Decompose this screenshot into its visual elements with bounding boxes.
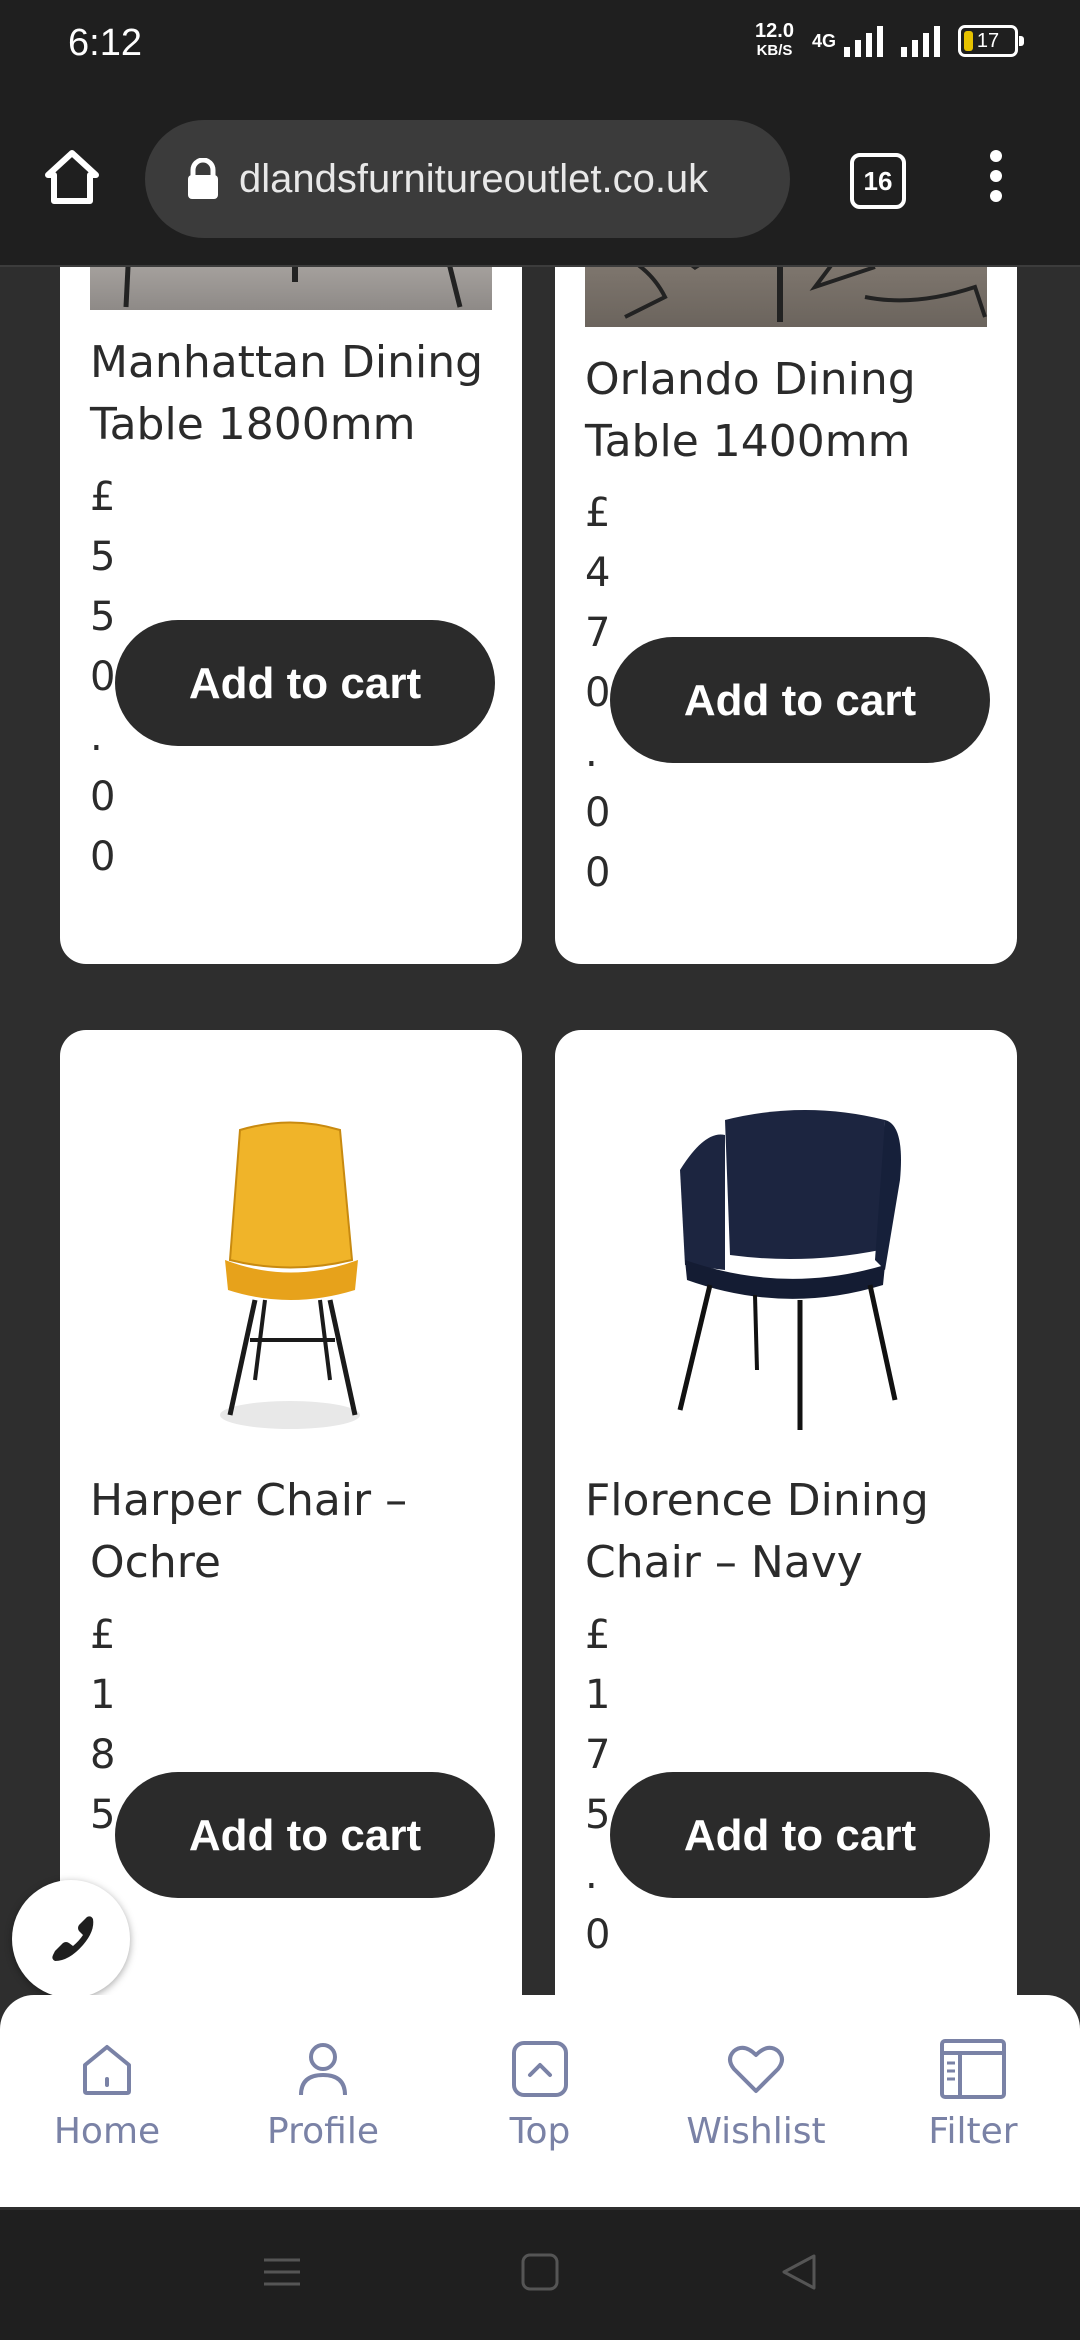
price-char: £	[585, 490, 611, 536]
product-price: £ 1 7 5 . 0	[585, 1605, 610, 1965]
product-title-line: Manhattan Dining	[90, 337, 484, 388]
product-grid: Manhattan Dining Table 1800mm £ 5 5 0 . …	[0, 267, 1080, 1997]
price-char: 0	[585, 850, 611, 896]
nav-label: Top	[509, 2111, 571, 2152]
add-to-cart-button[interactable]: Add to cart	[610, 637, 990, 763]
price-char: 1	[90, 1672, 116, 1718]
price-char: 0	[90, 654, 116, 700]
battery-icon: 17	[958, 25, 1024, 57]
product-title-line: Table 1400mm	[585, 416, 911, 467]
network-speed-unit: KB/S	[756, 42, 793, 59]
price-char: 1	[585, 1672, 611, 1718]
add-to-cart-button[interactable]: Add to cart	[115, 1772, 495, 1898]
add-to-cart-button[interactable]: Add to cart	[610, 1772, 990, 1898]
navy-chair-graphic	[677, 1110, 901, 1430]
price-char: .	[90, 714, 103, 760]
browser-toolbar: dlandsfurnitureoutlet.co.uk 16	[0, 95, 1080, 267]
price-char: 5	[585, 1792, 611, 1838]
product-title-line: Orlando Dining	[585, 354, 916, 405]
price-char: 0	[585, 790, 611, 836]
back-icon[interactable]	[778, 2252, 818, 2292]
add-to-cart-button[interactable]: Add to cart	[115, 620, 495, 746]
product-price: £ 1 8 5	[90, 1605, 115, 1845]
product-title[interactable]: Orlando Dining Table 1400mm	[585, 349, 916, 473]
product-image[interactable]	[90, 267, 492, 310]
system-navigation-bar	[0, 2210, 1080, 2340]
product-title[interactable]: Florence Dining Chair – Navy	[585, 1470, 929, 1594]
url-text: dlandsfurnitureoutlet.co.uk	[239, 156, 709, 201]
product-title-line: Ochre	[90, 1537, 221, 1588]
price-char: £	[90, 1612, 116, 1658]
price-char: £	[585, 1612, 611, 1658]
nav-top[interactable]: Top	[440, 2037, 640, 2152]
product-title[interactable]: Harper Chair – Ochre	[90, 1470, 407, 1594]
bottom-navigation: Home Profile Top Wishlist Filter	[0, 1995, 1080, 2207]
nav-home[interactable]: Home	[7, 2037, 207, 2152]
signal-icon-2	[901, 25, 940, 57]
call-button[interactable]	[12, 1880, 130, 1998]
nav-wishlist[interactable]: Wishlist	[656, 2037, 856, 2152]
address-bar[interactable]: dlandsfurnitureoutlet.co.uk	[145, 120, 790, 238]
product-card[interactable]: Harper Chair – Ochre £ 1 8 5 Add to cart	[60, 1030, 522, 1997]
price-char: 4	[585, 550, 611, 596]
product-price: £ 5 5 0 . 0 0	[90, 467, 115, 887]
price-char: 0	[585, 670, 611, 716]
overflow-menu-button[interactable]	[986, 150, 1006, 210]
signal-icon	[844, 25, 883, 57]
filter-icon	[940, 2039, 1006, 2099]
product-price: £ 4 7 0 . 0 0	[585, 483, 610, 903]
nav-filter[interactable]: Filter	[873, 2037, 1073, 2152]
status-time: 6:12	[68, 22, 142, 64]
price-char: 5	[90, 534, 116, 580]
ochre-chair-graphic	[220, 1121, 360, 1429]
product-title-line: Harper Chair –	[90, 1475, 408, 1526]
price-char: .	[585, 730, 598, 776]
price-char: 0	[585, 1912, 611, 1958]
price-char: 5	[90, 594, 116, 640]
price-char: £	[90, 474, 116, 520]
nav-label: Home	[53, 2111, 161, 2152]
nav-profile[interactable]: Profile	[223, 2037, 423, 2152]
price-char: 5	[90, 1792, 116, 1838]
home-icon	[45, 150, 99, 204]
home-square-icon[interactable]	[520, 2252, 560, 2292]
battery-level: 17	[976, 30, 1000, 52]
table-legs-graphic	[624, 267, 987, 322]
profile-icon	[299, 2043, 347, 2096]
status-bar: 6:12 12.0 KB/S 4G 17	[0, 0, 1080, 95]
lock-icon	[188, 158, 218, 199]
nav-label: Filter	[928, 2111, 1018, 2152]
product-image[interactable]	[585, 267, 987, 327]
more-vert-icon	[990, 150, 1002, 162]
price-char: 0	[90, 774, 116, 820]
heart-icon	[728, 2045, 784, 2093]
tab-switcher-button[interactable]: 16	[850, 153, 906, 209]
browser-home-button[interactable]	[40, 145, 104, 209]
nav-label: Profile	[267, 2111, 379, 2152]
product-title-line: Florence Dining	[585, 1475, 929, 1526]
product-card[interactable]: Orlando Dining Table 1400mm £ 4 7 0 . 0 …	[555, 267, 1017, 964]
home-icon	[83, 2045, 131, 2095]
product-image[interactable]	[90, 1060, 492, 1460]
price-char: 8	[90, 1732, 116, 1778]
product-title-line: Chair – Navy	[585, 1537, 863, 1588]
scroll-top-icon	[512, 2041, 568, 2097]
table-legs-graphic	[123, 267, 463, 308]
product-card[interactable]: Manhattan Dining Table 1800mm £ 5 5 0 . …	[60, 267, 522, 964]
phone-icon	[52, 1916, 94, 1961]
price-char: .	[585, 1852, 598, 1898]
nav-label: Wishlist	[686, 2111, 826, 2152]
product-card[interactable]: Florence Dining Chair – Navy £ 1 7 5 . 0…	[555, 1030, 1017, 1997]
price-char: 7	[585, 610, 611, 656]
status-icons: 12.0 KB/S 4G 17	[755, 20, 1024, 60]
network-type: 4G	[811, 30, 836, 51]
product-title-line: Table 1800mm	[90, 399, 416, 450]
price-char: 7	[585, 1732, 611, 1778]
menu-icon[interactable]	[262, 2252, 302, 2292]
product-title[interactable]: Manhattan Dining Table 1800mm	[90, 332, 483, 456]
network-speed-value: 12.0	[755, 20, 794, 42]
price-char: 0	[90, 834, 116, 880]
product-image[interactable]	[585, 1060, 987, 1460]
network-speed: 12.0 KB/S	[755, 20, 794, 60]
